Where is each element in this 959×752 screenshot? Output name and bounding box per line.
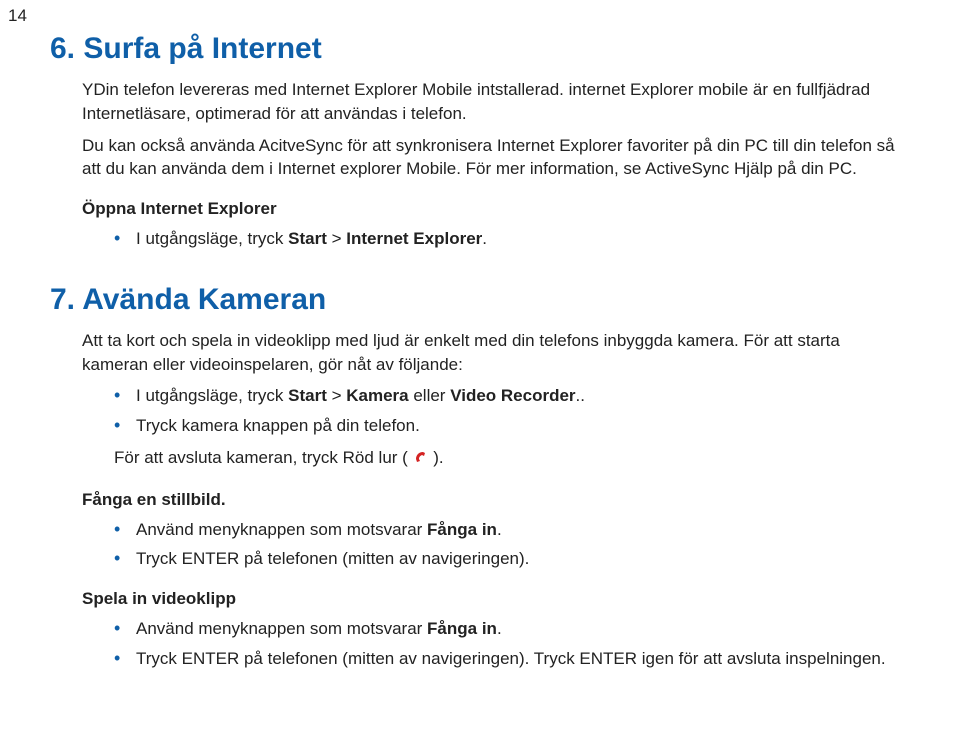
bold-start: Start xyxy=(288,386,327,405)
text-part: . xyxy=(482,229,487,248)
text-part: Använd menyknappen som motsvarar xyxy=(136,520,427,539)
camera-start-step-1: I utgångsläge, tryck Start > Kamera elle… xyxy=(114,384,909,408)
section-7-paragraph-1: Att ta kort och spela in videoklipp med … xyxy=(82,329,902,377)
videoklipp-list: Använd menyknappen som motsvarar Fånga i… xyxy=(114,617,909,671)
open-ie-subhead: Öppna Internet Explorer xyxy=(82,197,909,221)
camera-start-step-2: Tryck kamera knappen på din telefon. xyxy=(114,414,909,438)
videoklipp-subhead: Spela in videoklipp xyxy=(82,587,909,611)
section-6-paragraph-2: Du kan också använda AcitveSync för att … xyxy=(82,134,902,182)
text-part: ). xyxy=(429,448,444,467)
bold-kamera: Kamera xyxy=(346,386,408,405)
close-camera-text: För att avsluta kameran, tryck Röd lur (… xyxy=(114,446,909,472)
stillbild-list: Använd menyknappen som motsvarar Fånga i… xyxy=(114,518,909,572)
text-part: I utgångsläge, tryck xyxy=(136,229,288,248)
stillbild-subhead: Fånga en stillbild. xyxy=(82,488,909,512)
text-part: > xyxy=(327,229,346,248)
text-part: .. xyxy=(576,386,585,405)
bold-fanga-in: Fånga in xyxy=(427,520,497,539)
text-part: Använd menyknappen som motsvarar xyxy=(136,619,427,638)
text-part: eller xyxy=(409,386,451,405)
videoklipp-step-1: Använd menyknappen som motsvarar Fånga i… xyxy=(114,617,909,641)
stillbild-step-1: Använd menyknappen som motsvarar Fånga i… xyxy=(114,518,909,542)
section-6-paragraph-1: YDin telefon levereras med Internet Expl… xyxy=(82,78,902,126)
bold-video-recorder: Video Recorder xyxy=(450,386,575,405)
open-ie-list: I utgångsläge, tryck Start > Internet Ex… xyxy=(114,227,909,251)
section-7-title: 7. Avända Kameran xyxy=(50,279,909,321)
page-number: 14 xyxy=(8,4,27,28)
videoklipp-step-2: Tryck ENTER på telefonen (mitten av navi… xyxy=(114,647,909,671)
text-part: . xyxy=(497,619,502,638)
text-part: För att avsluta kameran, tryck Röd lur ( xyxy=(114,448,413,467)
bold-ie: Internet Explorer xyxy=(346,229,482,248)
stillbild-step-2: Tryck ENTER på telefonen (mitten av navi… xyxy=(114,547,909,571)
camera-start-list: I utgångsläge, tryck Start > Kamera elle… xyxy=(114,384,909,438)
bold-start: Start xyxy=(288,229,327,248)
red-phone-icon xyxy=(413,448,429,472)
page-content: 6. Surfa på Internet YDin telefon levere… xyxy=(0,28,959,719)
text-part: > xyxy=(327,386,346,405)
bold-fanga-in: Fånga in xyxy=(427,619,497,638)
text-part: . xyxy=(497,520,502,539)
section-6-title: 6. Surfa på Internet xyxy=(50,28,909,70)
open-ie-step: I utgångsläge, tryck Start > Internet Ex… xyxy=(114,227,909,251)
text-part: I utgångsläge, tryck xyxy=(136,386,288,405)
